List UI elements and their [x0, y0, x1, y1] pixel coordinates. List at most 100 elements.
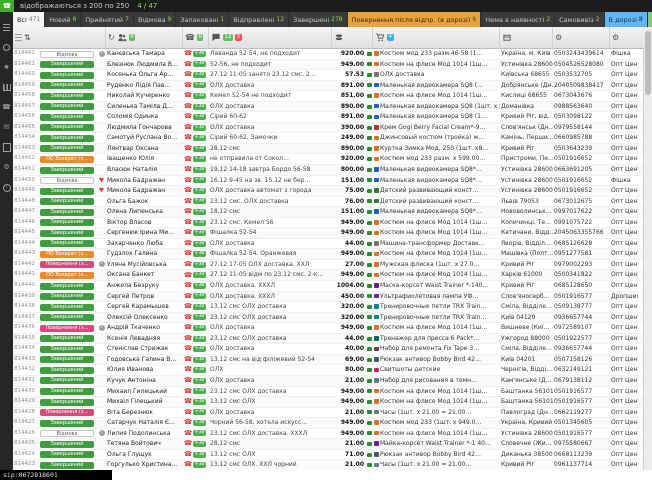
status-badge[interactable]: Завершений — [40, 356, 94, 363]
status-badge[interactable]: Завершений — [40, 61, 94, 68]
table-row[interactable]: 814447ЗавершенийОлена Липенська☎+ЗВ18.12… — [13, 207, 644, 218]
table-row[interactable]: 814436Повернення (з…iАндрій Ткаченко☎+ЗВ… — [13, 323, 644, 334]
status-badge[interactable]: Завершений — [40, 399, 94, 406]
status-badge[interactable]: Завершений — [40, 145, 94, 152]
call-phone-icon[interactable]: ☎ — [184, 344, 192, 353]
table-row[interactable]: 814461ЗавершенийБлезнюк Людмила В…☎+ЗВ52… — [13, 60, 644, 71]
table-row[interactable]: 814441ПО Возврат (з…Оксана Банкет☎+ЗВ27.… — [13, 270, 644, 281]
status-badge[interactable]: Завершений — [40, 462, 94, 469]
refresh-icon[interactable]: ↻ — [108, 34, 115, 42]
tab-0[interactable]: Всі471 — [13, 12, 45, 27]
call-phone-icon[interactable]: ☎ — [184, 70, 192, 79]
table-row[interactable]: 814428Повернення (з…Віта Березнюк☎+ЗВОЛХ… — [13, 408, 644, 419]
add-call-button[interactable]: +ЗВ — [193, 336, 206, 342]
tab-6[interactable]: Завершені278 — [289, 12, 348, 27]
add-call-button[interactable]: +ЗВ — [193, 135, 206, 141]
add-call-button[interactable]: +ЗВ — [193, 72, 206, 78]
add-call-button[interactable]: +ЗВ — [193, 167, 206, 173]
table-row[interactable]: 814439ЗавершенийСергей Петров☎+ЗВОЛХ дос… — [13, 292, 644, 303]
call-phone-icon[interactable]: ☎ — [184, 91, 192, 100]
call-phone-icon[interactable]: ☎ — [184, 155, 192, 164]
call-phone-icon[interactable]: ☎ — [184, 429, 192, 438]
add-call-button[interactable]: +ЗВ — [193, 104, 206, 110]
add-call-button[interactable]: +ЗВ — [193, 209, 206, 215]
call-phone-icon[interactable]: ☎ — [184, 165, 192, 174]
info-icon[interactable]: i — [99, 51, 105, 57]
tab-8[interactable]: Нема в наявності2 — [481, 12, 555, 27]
table-row[interactable]: 814446ЗавершенийВіктор Власов☎+ЗВ23.12 с… — [13, 218, 644, 229]
call-phone-icon[interactable]: ☎ — [184, 323, 192, 332]
call-phone-icon[interactable]: ☎ — [184, 387, 192, 396]
add-call-button[interactable]: +ЗВ — [193, 272, 206, 278]
table-row[interactable]: 814453ЗавершенийЛянтвар Оксана☎+ЗВ28.12 … — [13, 144, 644, 155]
call-phone-icon[interactable]: ☎ — [184, 408, 192, 417]
status-badge[interactable]: Повернення (з… — [40, 409, 94, 416]
table-row[interactable]: 814448ЗавершенийОльга Бажок☎+ЗВ23.12 смс… — [13, 197, 644, 208]
status-badge[interactable]: Завершений — [40, 72, 94, 79]
status-badge[interactable]: Завершений — [40, 209, 94, 216]
add-call-button[interactable]: +ЗВ — [193, 325, 206, 331]
tab-10[interactable]: В дорозі8 — [605, 12, 648, 27]
table-row[interactable]: 814433ЗавершенийГодовська Галина В…☎+ЗВ1… — [13, 355, 644, 366]
table-row[interactable]: 814458ЗавершенийНиколай Кучеренко☎+ЗВКем… — [13, 91, 644, 102]
table-row[interactable]: 814431ЗавершенийКучук Антоніна☎+ЗВОЛХ до… — [13, 376, 644, 387]
status-badge[interactable]: Завершений — [40, 335, 94, 342]
add-call-button[interactable]: +ЗВ — [193, 462, 206, 468]
add-call-button[interactable]: +ЗВ — [193, 61, 206, 67]
status-badge[interactable]: Завершений — [40, 451, 94, 458]
call-phone-icon[interactable]: ☎ — [184, 439, 192, 448]
status-badge[interactable]: Повернення (з… — [40, 261, 94, 268]
call-phone-icon[interactable]: ☎ — [184, 144, 192, 153]
add-call-button[interactable]: +ЗВ — [193, 220, 206, 226]
tab-1[interactable]: Новий6 — [45, 12, 81, 27]
stats-icon[interactable] — [0, 82, 13, 93]
add-call-button[interactable]: +ЗВ — [193, 283, 206, 289]
table-row[interactable]: 814423ЗавершенийГоргулько Христина…☎+ЗВ1… — [13, 460, 644, 470]
add-call-button[interactable]: +ЗВ — [193, 314, 206, 320]
status-badge[interactable]: Завершений — [40, 293, 94, 300]
status-badge[interactable]: Повернення (з… — [40, 325, 94, 332]
table-row[interactable]: 814427ЗавершенийСатарчук Наталія Є…☎+ЗВЧ… — [13, 418, 644, 429]
status-badge[interactable]: Завершений — [40, 304, 94, 311]
call-phone-icon[interactable]: ☎ — [184, 260, 192, 269]
add-call-button[interactable]: +ЗВ — [193, 304, 206, 310]
table-row[interactable]: 814438ЗавершенийСергей Карамышев☎+ЗВ13.1… — [13, 302, 644, 313]
call-phone-icon[interactable]: ☎ — [184, 123, 192, 132]
call-phone-icon[interactable]: ☎ — [184, 355, 192, 364]
add-call-button[interactable]: +ЗВ — [193, 177, 206, 183]
add-call-button[interactable]: +ЗВ — [193, 293, 206, 299]
call-phone-icon[interactable]: ☎ — [184, 239, 192, 248]
table-row[interactable]: 814452ПО Возврат (з…Іващенко Юлія☎+ЗВне … — [13, 154, 644, 165]
menu-icon[interactable] — [0, 22, 13, 33]
call-phone-icon[interactable]: ☎ — [184, 218, 192, 227]
status-badge[interactable]: Завершений — [40, 346, 94, 353]
table-row[interactable]: 814426ВідмоваiЛилия Подолинська☎+ЗВ23.12… — [13, 429, 644, 440]
call-phone-icon[interactable]: ☎ — [184, 112, 192, 121]
table-row[interactable]: 814430ЗавершенийМихаил Гилецький☎+ЗВ23.1… — [13, 387, 644, 398]
tab-5[interactable]: Відправлені12 — [229, 12, 289, 27]
info-icon[interactable]: i — [0, 182, 13, 193]
scrollbar-thumb[interactable] — [645, 31, 651, 95]
add-call-button[interactable]: +ЗВ — [193, 430, 206, 436]
add-call-button[interactable]: +ЗВ — [193, 378, 206, 384]
column-comment[interactable]: 12 3 — [209, 27, 332, 48]
call-phone-icon[interactable]: ☎ — [184, 271, 192, 280]
column-source[interactable]: ⚙ — [610, 27, 638, 48]
status-badge[interactable]: Відмова — [40, 51, 94, 58]
table-row[interactable]: 814460ЗавершенийКосенька Ольга Ар…☎+ЗВ27… — [13, 70, 644, 81]
tab-7[interactable]: Повернення після відпр. (в дорозі)6 — [348, 12, 482, 27]
column-delivery[interactable] — [500, 27, 553, 48]
table-row[interactable]: 814456ЗавершенийСоломія Одинка☎+ЗВСірий … — [13, 112, 644, 123]
phone-icon[interactable]: ☎ — [0, 102, 13, 113]
status-badge[interactable]: ПО Возврат (з… — [40, 272, 94, 279]
add-call-button[interactable]: +ЗВ — [193, 452, 206, 458]
status-badge[interactable]: Завершений — [40, 114, 94, 121]
status-badge[interactable]: Завершений — [40, 240, 94, 247]
table-row[interactable]: 814462ВідмоваiКанєвська Тамара☎+ЗВЛаванд… — [13, 49, 644, 60]
add-call-button[interactable]: +ЗВ — [193, 146, 206, 152]
add-call-button[interactable]: +ЗВ — [193, 357, 206, 363]
call-phone-icon[interactable]: ☎ — [184, 102, 192, 111]
table-row[interactable]: 814432ЗавершенийЮлия Иванова☎+ЗВОЛХ80.00… — [13, 365, 644, 376]
column-phone-number[interactable]: ⚙ — [553, 27, 610, 48]
add-call-button[interactable]: +ЗВ — [193, 241, 206, 247]
